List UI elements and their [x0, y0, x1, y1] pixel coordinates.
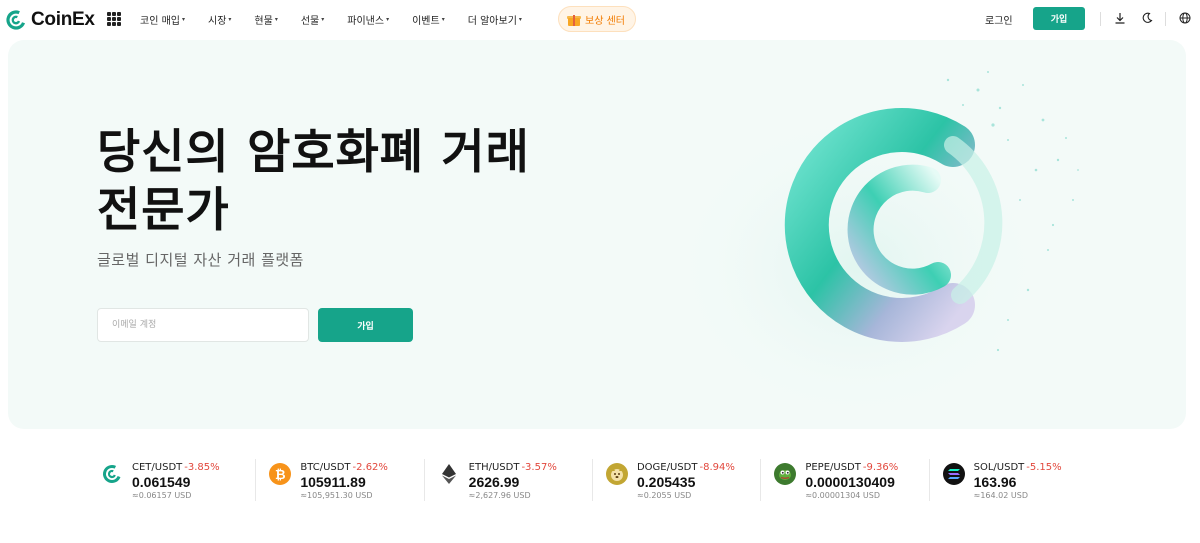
hero-title-line-1: 당신의 암호화폐 거래: [97, 125, 530, 180]
ticker-change: -3.57%: [521, 462, 557, 473]
main-menu: 코인 매입 ▾ 시장 ▾ 현물 ▾ 선물 ▾ 파이낸스 ▾ 이벤트 ▾ 더 알아보기 ▾: [140, 0, 545, 38]
menu-item-learn-more[interactable]: 더 알아보기 ▾: [468, 12, 522, 27]
ticker-change: -5.15%: [1026, 462, 1062, 473]
ticker-card-sol[interactable]: SOL/USDT -5.15% 163.96 ≈164.02 USD: [928, 455, 1107, 511]
ticker-usd-value: ≈2,627.96 USD: [468, 491, 531, 500]
menu-item-events[interactable]: 이벤트 ▾: [412, 12, 445, 27]
hero-title: 당신의 암호화폐 거래 전문가: [97, 124, 530, 240]
ticker-price: 0.061549: [132, 474, 191, 490]
ticker-card-doge[interactable]: DOGE/USDT -8.94% 0.205435 ≈0.2055 USD: [591, 455, 770, 511]
ticker-price: 163.96: [973, 474, 1017, 490]
nav-divider: [1165, 12, 1166, 26]
ticker-pair-line: BTC/USDT -2.62%: [300, 462, 433, 473]
chevron-down-icon: ▾: [274, 15, 278, 23]
coinex-3d-logo-illustration: [668, 71, 1079, 410]
ticker-change: -8.94%: [699, 462, 735, 473]
download-icon[interactable]: [1113, 11, 1127, 25]
apps-grid-icon[interactable]: [107, 12, 121, 26]
reward-center-label: 보상 센터: [585, 15, 625, 27]
doge-icon: [605, 463, 628, 485]
chevron-down-icon: ▾: [321, 15, 325, 23]
dark-mode-icon[interactable]: [1140, 11, 1154, 25]
ticker-pair: BTC/USDT: [300, 462, 351, 473]
ticker-price: 105911.89: [300, 474, 366, 490]
ticker-pair: PEPE/USDT: [805, 462, 861, 473]
ticker-card-btc[interactable]: ₿ BTC/USDT -2.62% 105911.89 ≈105,951.30 U…: [255, 455, 433, 511]
menu-item-label: 시장: [208, 15, 227, 27]
ticker-pair-line: DOGE/USDT -8.94%: [637, 462, 770, 473]
top-navigation: CoinEx 코인 매입 ▾ 시장 ▾ 현물 ▾ 선물 ▾ 파이낸스 ▾ 이벤트 ▾ 더 알…: [0, 0, 1200, 38]
ticker-change: -9.36%: [862, 462, 899, 473]
menu-item-label: 파이낸스: [347, 15, 385, 27]
ticker-card-eth[interactable]: ETH/USDT -3.57% 2626.99 ≈2,627.96 USD: [423, 455, 602, 511]
ticker-pair-line: CET/USDT -3.85%: [132, 462, 265, 473]
ticker-pair-line: PEPE/USDT -9.36%: [805, 462, 938, 473]
chevron-down-icon: ▾: [441, 15, 445, 23]
email-input[interactable]: [97, 308, 309, 342]
ticker-change: -3.85%: [184, 462, 220, 473]
ticker-change: -2.62%: [352, 462, 388, 473]
cet-icon: [101, 463, 123, 485]
menu-item-label: 코인 매입: [140, 15, 180, 27]
ticker-usd-value: ≈105,951.30 USD: [300, 491, 373, 500]
ticker-bar: CET/USDT -3.85% 0.061549 ≈0.06157 USD ₿ B…: [97, 455, 1107, 511]
pepe-icon: [774, 463, 797, 485]
login-link[interactable]: 로그인: [985, 12, 1013, 27]
ticker-pair: DOGE/USDT: [636, 462, 698, 473]
ticker-price: 2626.99: [468, 474, 520, 490]
menu-item-spot[interactable]: 현물 ▾: [254, 12, 277, 27]
ticker-pair-line: ETH/USDT -3.57%: [469, 462, 602, 473]
sol-icon: [942, 463, 965, 485]
hero-subtitle: 글로벌 디지털 자산 거래 플랫폼: [97, 251, 304, 269]
menu-item-label: 더 알아보기: [467, 15, 517, 27]
chevron-down-icon: ▾: [181, 15, 185, 23]
chevron-down-icon: ▾: [228, 15, 232, 23]
eth-icon: [438, 463, 460, 485]
chevron-down-icon: ▾: [386, 15, 390, 23]
ticker-pair: ETH/USDT: [468, 462, 520, 473]
menu-item-label: 현물: [254, 15, 273, 27]
menu-item-futures[interactable]: 선물 ▾: [301, 12, 324, 27]
ticker-usd-value: ≈0.00001304 USD: [805, 491, 881, 500]
nav-divider: [1100, 12, 1101, 26]
globe-icon[interactable]: [1178, 11, 1192, 25]
ticker-pair: CET/USDT: [132, 462, 183, 473]
ticker-usd-value: ≈0.06157 USD: [132, 491, 192, 500]
signup-button[interactable]: 가입: [1033, 7, 1085, 30]
hero-signup-button[interactable]: 가입: [318, 308, 413, 342]
ticker-card-cet[interactable]: CET/USDT -3.85% 0.061549 ≈0.06157 USD: [97, 455, 265, 511]
ticker-price: 0.0000130409: [805, 474, 895, 490]
menu-item-buy-crypto[interactable]: 코인 매입 ▾: [140, 12, 185, 27]
menu-item-label: 선물: [300, 15, 320, 27]
ticker-card-pepe[interactable]: PEPE/USDT -9.36% 0.0000130409 ≈0.00001304…: [760, 455, 938, 511]
menu-item-label: 이벤트: [412, 15, 440, 27]
ticker-usd-value: ≈0.2055 USD: [636, 491, 692, 500]
btc-icon: ₿: [269, 463, 292, 485]
chevron-down-icon: ▾: [518, 15, 522, 23]
brand-name: CoinEx: [31, 9, 95, 30]
menu-item-finance[interactable]: 파이낸스 ▾: [347, 12, 389, 27]
menu-item-markets[interactable]: 시장 ▾: [208, 12, 231, 27]
coinex-logo[interactable]: CoinEx: [6, 9, 95, 31]
hero-title-line-2: 전문가: [97, 183, 230, 238]
ticker-pair-line: SOL/USDT -5.15%: [974, 462, 1107, 473]
gift-icon: [567, 13, 581, 26]
reward-center-button[interactable]: 보상 센터: [558, 6, 636, 32]
ticker-usd-value: ≈164.02 USD: [973, 491, 1028, 500]
hero-section: 당신의 암호화폐 거래 전문가 글로벌 디지털 자산 거래 플랫폼 가입: [8, 40, 1186, 429]
coinex-logo-icon: [6, 10, 26, 30]
ticker-price: 0.205435: [636, 474, 696, 490]
ticker-pair: SOL/USDT: [973, 462, 1025, 473]
